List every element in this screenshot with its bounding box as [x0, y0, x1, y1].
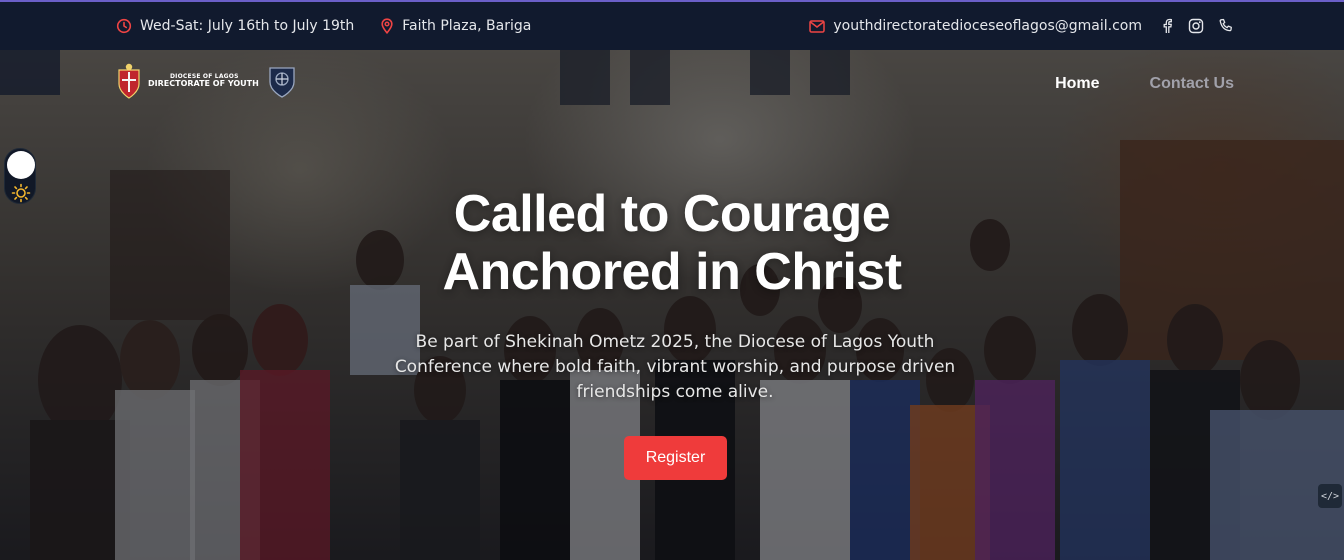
nav-home[interactable]: Home: [1055, 75, 1099, 93]
headline-line-2: Anchored in Christ: [442, 243, 902, 301]
logo-line-2: DIRECTORATE OF YOUTH: [148, 78, 259, 88]
facebook-icon[interactable]: [1160, 18, 1174, 34]
top-info-bar: Wed-Sat: July 16th to July 19th Faith Pl…: [0, 0, 1344, 50]
diocese-crest-icon: [118, 63, 140, 99]
site-logo[interactable]: DIOCESE OF LAGOS DIRECTORATE OF YOUTH: [116, 62, 297, 100]
hero-section: DIOCESE OF LAGOS DIRECTORATE OF YOUTH Ho…: [0, 50, 1344, 560]
code-icon[interactable]: </>: [1318, 484, 1342, 508]
hero-headline: Called to Courage Anchored in Christ: [0, 185, 1344, 301]
event-location: Faith Plaza, Bariga: [402, 18, 532, 34]
clock-icon: [116, 18, 132, 34]
youth-seal-icon: [269, 67, 295, 98]
event-date: Wed-Sat: July 16th to July 19th: [140, 18, 355, 34]
email-link[interactable]: youthdirectoratedioceseoflagos@gmail.com: [833, 18, 1142, 34]
phone-icon[interactable]: [1218, 18, 1234, 34]
event-info: Wed-Sat: July 16th to July 19th Faith Pl…: [116, 18, 531, 34]
toggle-knob: [7, 151, 35, 179]
register-button[interactable]: Register: [624, 436, 727, 480]
nav-contact-us[interactable]: Contact Us: [1150, 75, 1234, 93]
location-pin-icon: [380, 18, 394, 34]
headline-line-1: Called to Courage: [453, 185, 891, 243]
hero-subtext: Be part of Shekinah Ometz 2025, the Dioc…: [394, 332, 956, 402]
instagram-icon[interactable]: [1188, 18, 1204, 34]
mail-icon: [809, 19, 826, 33]
contact-info: youthdirectoratedioceseoflagos@gmail.com: [809, 18, 1234, 34]
main-nav: Home Contact Us: [1055, 75, 1234, 93]
